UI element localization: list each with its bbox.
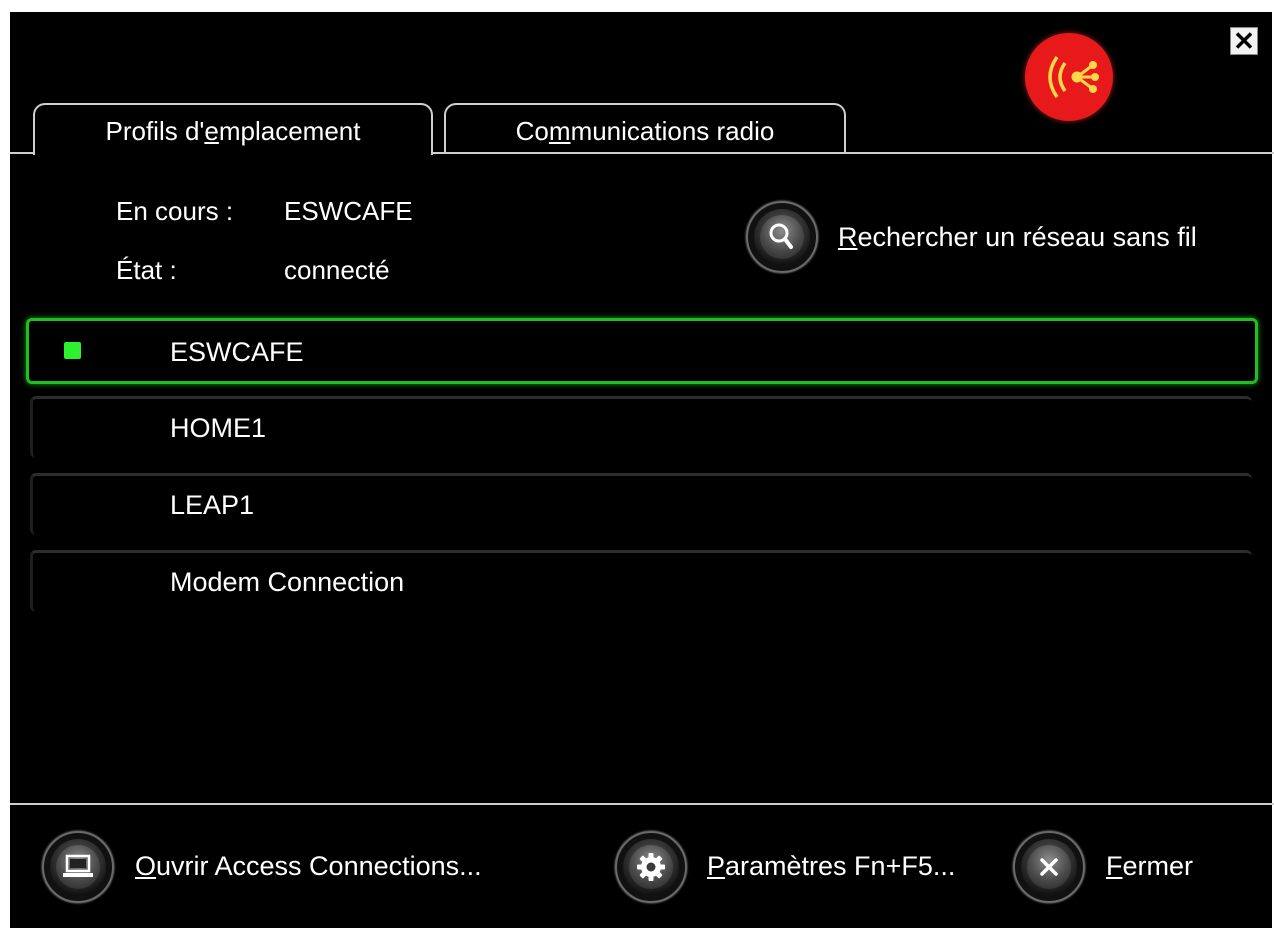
open-label-mnemonic: O [135, 851, 157, 881]
profile-name: HOME1 [170, 413, 267, 443]
tab-label-mnemonic: m [548, 116, 571, 146]
tab-location-profiles[interactable]: Profils d'emplacement [33, 103, 433, 155]
profile-row-leap1[interactable]: LEAP1 [30, 473, 1252, 535]
footer-divider [10, 803, 1274, 805]
settings-label-mnemonic: P [707, 851, 726, 881]
current-profile-label: En cours : [116, 196, 234, 226]
search-icon [769, 223, 793, 249]
tab-radio-communications[interactable]: Communications radio [444, 103, 846, 153]
search-wireless-button[interactable] [746, 201, 818, 273]
close-glyph: ✕ [1233, 26, 1255, 56]
tab-label-part: Co [515, 116, 549, 146]
laptop-icon [63, 854, 93, 877]
settings-button[interactable] [615, 831, 687, 903]
settings-link[interactable]: Paramètres Fn+F5... [707, 851, 955, 882]
search-label-mnemonic: R [838, 222, 858, 252]
open-access-connections-button[interactable] [42, 831, 114, 903]
profile-row-eswcafe[interactable]: ESWCAFE [26, 318, 1258, 384]
close-icon [1040, 858, 1058, 876]
search-wireless-link[interactable]: Rechercher un réseau sans fil [838, 222, 1197, 253]
tab-label-part: mplacement [218, 116, 361, 146]
search-label-text: echercher un réseau sans fil [857, 222, 1197, 252]
profile-name: ESWCAFE [170, 337, 304, 367]
profile-name: LEAP1 [170, 490, 255, 520]
tab-label-part: munications radio [570, 116, 775, 146]
profile-name: Modem Connection [170, 567, 405, 597]
tab-label-mnemonic: e [204, 116, 219, 146]
close-button[interactable] [1013, 831, 1085, 903]
state-value: connecté [284, 255, 390, 285]
open-access-connections-link[interactable]: Ouvrir Access Connections... [135, 851, 482, 882]
connected-status-dot [64, 342, 81, 359]
tab-label-part: Profils d' [105, 116, 205, 146]
close-label-mnemonic: F [1106, 851, 1123, 881]
window-close-button[interactable]: ✕ [1230, 27, 1258, 55]
state-label: État : [116, 255, 177, 285]
access-connections-logo-icon [1025, 33, 1113, 121]
profile-row-home1[interactable]: HOME1 [30, 396, 1252, 458]
open-label-text: uvrir Access Connections... [156, 851, 482, 881]
current-profile-value: ESWCAFE [284, 196, 413, 226]
close-label-text: ermer [1122, 851, 1194, 881]
profile-row-modem-connection[interactable]: Modem Connection [30, 550, 1252, 612]
close-link[interactable]: Fermer [1106, 851, 1193, 882]
gear-icon [637, 853, 665, 881]
settings-label-text: aramètres Fn+F5... [725, 851, 956, 881]
